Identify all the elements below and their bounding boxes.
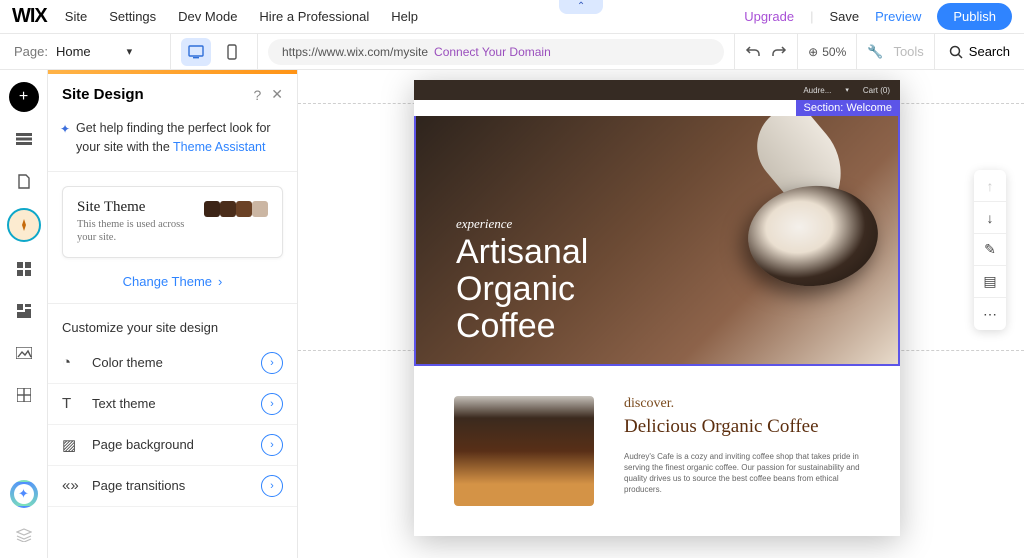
content-icon[interactable] [9,380,39,410]
discover-title: Delicious Organic Coffee [624,416,860,439]
move-down-icon[interactable]: ↓ [974,202,1006,234]
mobile-view-button[interactable] [217,38,247,66]
page-name: Home [56,44,91,59]
close-icon[interactable]: ✕ [271,86,283,103]
ai-assistant-button[interactable]: ✦ [10,480,38,508]
url-text: https://www.wix.com/mysite [282,45,428,59]
add-element-button[interactable]: + [9,82,39,112]
menu-site[interactable]: Site [65,9,87,24]
menu-hire[interactable]: Hire a Professional [259,9,369,24]
background-icon: ▨ [62,436,80,454]
help-icon[interactable]: ? [253,87,261,103]
search-button[interactable]: Search [935,44,1024,59]
customize-heading: Customize your site design [48,304,297,343]
hero-section[interactable]: experience Artisanal Organic Coffee [414,116,900,366]
pages-icon[interactable] [9,166,39,196]
publish-button[interactable]: Publish [937,3,1012,30]
layout-icon[interactable] [9,296,39,326]
page-background-row[interactable]: ▨ Page background › [48,425,297,466]
wix-logo[interactable]: WIX [12,5,47,28]
chevron-down-icon: ▾ [127,45,133,58]
more-icon[interactable]: ⋯ [974,298,1006,330]
section-tag: Section: Welcome [796,100,900,116]
zoom-value: 50% [822,45,846,59]
discover-section[interactable]: discover. Delicious Organic Coffee Audre… [414,366,900,536]
menu-settings[interactable]: Settings [109,9,156,24]
site-preview[interactable]: Audre... ▾ Cart (0) Section: Welcome exp… [414,80,900,536]
panel-title: Site Design [62,86,243,103]
drop-icon: ◔ [62,354,80,371]
preview-button[interactable]: Preview [875,9,921,24]
save-button[interactable]: Save [829,9,859,24]
section-tools: ↑ ↓ ✎ ▤ ⋯ [974,170,1006,330]
url-bar[interactable]: https://www.wix.com/mysite Connect Your … [268,39,724,65]
upgrade-link[interactable]: Upgrade [744,9,794,24]
change-theme-link[interactable]: Change Theme › [48,272,297,304]
hero-title: Artisanal Organic Coffee [456,234,588,345]
espresso-image [454,396,594,506]
chevron-right-icon: › [218,274,222,289]
tools-button[interactable]: 🔧 Tools [857,44,934,60]
discover-label: discover. [624,396,860,412]
media-icon[interactable] [9,338,39,368]
site-design-button[interactable] [7,208,41,242]
zoom-control[interactable]: ⊕ 50% [798,45,856,59]
sections-icon[interactable] [9,124,39,154]
chevron-right-icon: › [261,352,283,374]
desktop-view-button[interactable] [181,38,211,66]
site-header: Audre... ▾ Cart (0) [414,80,900,100]
edit-icon[interactable]: ✎ [974,234,1006,266]
theme-card[interactable]: Site Theme This theme is used across you… [62,186,283,258]
connect-domain-link[interactable]: Connect Your Domain [434,45,551,59]
redo-icon[interactable] [771,44,787,60]
wrench-icon: 🔧 [867,44,883,60]
menu-help[interactable]: Help [391,9,418,24]
theme-assistant-link[interactable]: Theme Assistant [173,140,265,154]
text-theme-row[interactable]: T Text theme › [48,384,297,425]
chevron-right-icon: › [261,393,283,415]
page-selector[interactable]: Page: Home ▾ [0,44,170,59]
transitions-icon: «» [62,477,80,494]
page-transitions-row[interactable]: «» Page transitions › [48,466,297,507]
page-label: Page: [14,44,48,59]
search-icon [949,45,963,59]
discover-body: Audrey's Cafe is a cozy and inviting cof… [624,451,860,496]
text-icon: T [62,395,80,412]
menu-devmode[interactable]: Dev Mode [178,9,237,24]
theme-title: Site Theme [77,199,194,216]
layers-icon[interactable] [9,520,39,550]
chevron-right-icon: › [261,434,283,456]
color-theme-row[interactable]: ◔ Color theme › [48,343,297,384]
layout-icon[interactable]: ▤ [974,266,1006,298]
zoom-plus-icon: ⊕ [808,45,818,59]
hero-subtitle: experience [456,216,588,232]
undo-icon[interactable] [745,44,761,60]
theme-swatches [204,201,268,217]
apps-icon[interactable] [9,254,39,284]
help-box: ✦ Get help finding the perfect look for … [48,113,297,172]
sparkle-icon: ✦ [60,120,70,138]
chevron-right-icon: › [261,475,283,497]
collapse-handle[interactable]: ⌃ [559,0,603,14]
theme-subtitle: This theme is used across your site. [77,218,194,245]
move-up-icon[interactable]: ↑ [974,170,1006,202]
